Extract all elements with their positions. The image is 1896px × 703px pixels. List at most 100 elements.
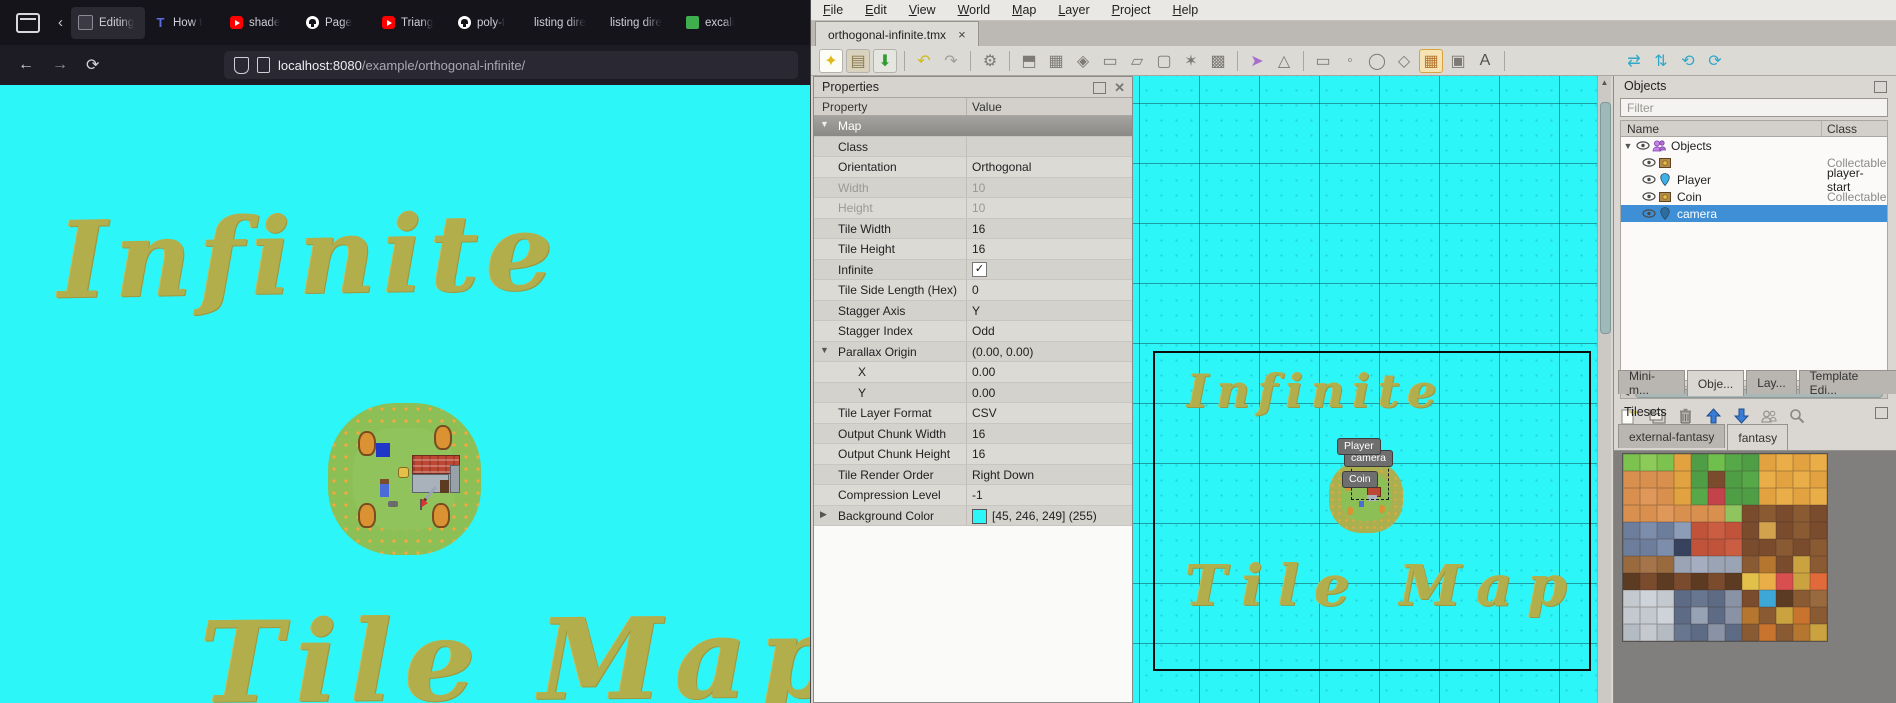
color-swatch[interactable] bbox=[972, 509, 987, 524]
property-row-output-chunk-height[interactable]: Output Chunk Height16 bbox=[814, 444, 1132, 465]
tileset-tile[interactable] bbox=[1657, 454, 1674, 471]
tileset-tile[interactable] bbox=[1742, 522, 1759, 539]
tileset-tile[interactable] bbox=[1674, 539, 1691, 556]
close-panel-icon[interactable]: ✕ bbox=[1114, 80, 1125, 96]
property-row-y[interactable]: Y0.00 bbox=[814, 383, 1132, 404]
tileset-tile[interactable] bbox=[1691, 573, 1708, 590]
tileset-tile[interactable] bbox=[1674, 471, 1691, 488]
tileset-tile[interactable] bbox=[1725, 454, 1742, 471]
menu-edit[interactable]: Edit bbox=[865, 3, 887, 17]
tileset-tile[interactable] bbox=[1776, 505, 1793, 522]
property-value[interactable]: (0.00, 0.00) bbox=[972, 345, 1033, 359]
tileset-tile[interactable] bbox=[1708, 590, 1725, 607]
tileset-tile[interactable] bbox=[1640, 607, 1657, 624]
tileset-tile[interactable] bbox=[1623, 590, 1640, 607]
tileset-tile[interactable] bbox=[1691, 454, 1708, 471]
property-value[interactable]: 16 bbox=[972, 427, 985, 441]
infinite-checkbox[interactable]: ✓ bbox=[972, 262, 987, 277]
property-value[interactable]: 0.00 bbox=[972, 365, 995, 379]
insert-point-icon[interactable]: ◦ bbox=[1338, 49, 1362, 73]
tileset-tile[interactable] bbox=[1691, 522, 1708, 539]
tileset-tile[interactable] bbox=[1776, 454, 1793, 471]
tileset-tile[interactable] bbox=[1640, 590, 1657, 607]
tileset-tile[interactable] bbox=[1725, 539, 1742, 556]
property-row-compression-level[interactable]: Compression Level-1 bbox=[814, 485, 1132, 506]
menu-file[interactable]: File bbox=[823, 3, 843, 17]
scroll-up-icon[interactable]: ▲ bbox=[1598, 76, 1611, 90]
tileset-tile[interactable] bbox=[1776, 556, 1793, 573]
terrain-brush-icon[interactable]: ▦ bbox=[1044, 49, 1068, 73]
tileset-tile[interactable] bbox=[1674, 607, 1691, 624]
property-row-background-color[interactable]: ▶Background Color[45, 246, 249] (255) bbox=[814, 506, 1132, 527]
tileset-tile[interactable] bbox=[1793, 539, 1810, 556]
flip-vertical-icon[interactable]: ⇅ bbox=[1649, 49, 1673, 73]
property-row-x[interactable]: X0.00 bbox=[814, 362, 1132, 383]
tileset-tile[interactable] bbox=[1657, 471, 1674, 488]
float-panel-icon[interactable] bbox=[1875, 407, 1888, 419]
tileset-tile[interactable] bbox=[1623, 556, 1640, 573]
tileset-image[interactable] bbox=[1622, 453, 1828, 642]
tileset-tile[interactable] bbox=[1674, 505, 1691, 522]
edit-polygons-icon[interactable]: △ bbox=[1272, 49, 1296, 73]
tileset-tile[interactable] bbox=[1776, 590, 1793, 607]
reload-button[interactable]: ⟳ bbox=[86, 55, 99, 75]
menu-view[interactable]: View bbox=[909, 3, 936, 17]
property-row-tile-layer-format[interactable]: Tile Layer FormatCSV bbox=[814, 403, 1132, 424]
tileset-tile[interactable] bbox=[1640, 471, 1657, 488]
property-value[interactable]: 10 bbox=[972, 201, 985, 215]
tileset-tile[interactable] bbox=[1810, 488, 1827, 505]
tileset-tile[interactable] bbox=[1623, 573, 1640, 590]
property-value[interactable]: Right Down bbox=[972, 468, 1034, 482]
insert-tile-icon[interactable]: ▦ bbox=[1419, 49, 1443, 73]
tileset-tile[interactable] bbox=[1708, 454, 1725, 471]
tileset-tile[interactable] bbox=[1640, 556, 1657, 573]
forward-button[interactable]: → bbox=[52, 56, 68, 74]
tileset-tile[interactable] bbox=[1810, 624, 1827, 641]
tileset-tile[interactable] bbox=[1691, 607, 1708, 624]
object-row-objects[interactable]: ▼Objects bbox=[1621, 137, 1887, 154]
property-row-map[interactable]: ▼Map bbox=[814, 116, 1132, 137]
rotate-left-icon[interactable]: ⟲ bbox=[1676, 49, 1700, 73]
tileset-tile[interactable] bbox=[1657, 539, 1674, 556]
browser-tab[interactable]: listing dire bbox=[603, 7, 677, 39]
close-tab-icon[interactable]: × bbox=[958, 27, 966, 42]
rect-select-icon[interactable]: ▢ bbox=[1152, 49, 1176, 73]
property-row-output-chunk-width[interactable]: Output Chunk Width16 bbox=[814, 424, 1132, 445]
tileset-tile[interactable] bbox=[1623, 624, 1640, 641]
back-button[interactable]: ← bbox=[18, 56, 34, 74]
map-view[interactable]: Infinite camera Player Coin Tile Map ▲ bbox=[1133, 76, 1611, 703]
tileset-tile[interactable] bbox=[1623, 539, 1640, 556]
tileset-tile[interactable] bbox=[1691, 539, 1708, 556]
tileset-tile[interactable] bbox=[1725, 471, 1742, 488]
tileset-tile[interactable] bbox=[1657, 607, 1674, 624]
property-value[interactable]: 16 bbox=[972, 242, 985, 256]
tileset-view[interactable] bbox=[1614, 450, 1896, 703]
object-row-coin[interactable]: CoinCollectable bbox=[1621, 188, 1887, 205]
tileset-tile[interactable] bbox=[1810, 522, 1827, 539]
property-row-stagger-index[interactable]: Stagger IndexOdd bbox=[814, 321, 1132, 342]
tileset-tile[interactable] bbox=[1776, 573, 1793, 590]
visibility-eye-icon[interactable] bbox=[1635, 140, 1651, 152]
tileset-tile[interactable] bbox=[1708, 488, 1725, 505]
flip-horizontal-icon[interactable]: ⇄ bbox=[1622, 49, 1646, 73]
tileset-tile[interactable] bbox=[1657, 488, 1674, 505]
object-row-camera[interactable]: camera bbox=[1621, 205, 1887, 222]
property-value[interactable]: 0.00 bbox=[972, 386, 995, 400]
tileset-tile[interactable] bbox=[1691, 488, 1708, 505]
float-panel-icon[interactable] bbox=[1874, 81, 1887, 93]
tileset-tile[interactable] bbox=[1793, 624, 1810, 641]
tileset-tile[interactable] bbox=[1640, 624, 1657, 641]
tileset-tile[interactable] bbox=[1657, 573, 1674, 590]
tileset-tile[interactable] bbox=[1708, 624, 1725, 641]
same-tile-select-icon[interactable]: ▩ bbox=[1206, 49, 1230, 73]
property-value[interactable]: CSV bbox=[972, 406, 997, 420]
tileset-tile[interactable] bbox=[1810, 505, 1827, 522]
tileset-tile[interactable] bbox=[1793, 471, 1810, 488]
tileset-tile[interactable] bbox=[1691, 624, 1708, 641]
stamp-brush-icon[interactable]: ⬒ bbox=[1017, 49, 1041, 73]
tileset-tile[interactable] bbox=[1759, 624, 1776, 641]
tileset-tile[interactable] bbox=[1623, 454, 1640, 471]
tileset-tile[interactable] bbox=[1623, 522, 1640, 539]
tileset-tile[interactable] bbox=[1810, 573, 1827, 590]
browser-tab[interactable]: poly-t bbox=[451, 7, 525, 39]
